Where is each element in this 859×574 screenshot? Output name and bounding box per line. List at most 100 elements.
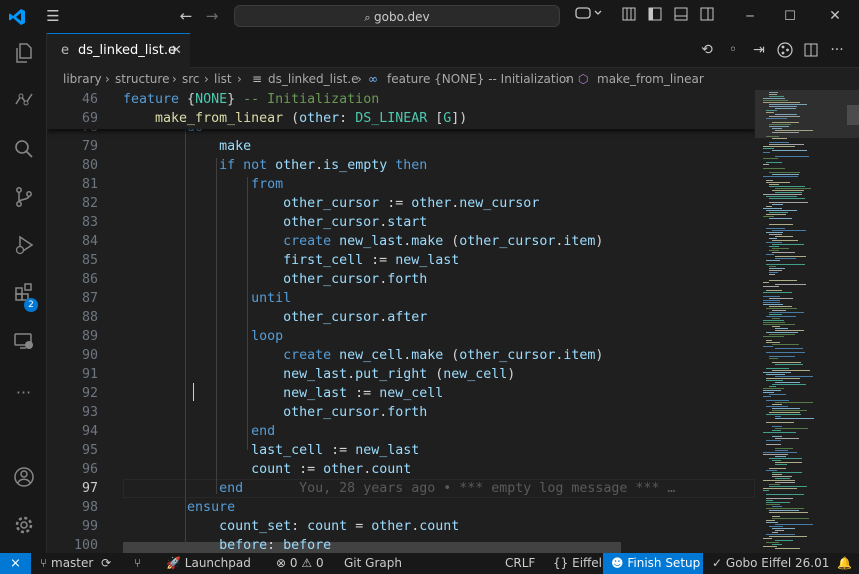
minimap-line: [772, 518, 809, 519]
timeline-icon[interactable]: [0, 85, 47, 125]
code-token: other_cursor: [283, 405, 380, 420]
code-line[interactable]: other_cursor.forth: [123, 403, 427, 422]
code-line[interactable]: other_cursor.after: [123, 308, 427, 327]
line-number: 83: [81, 215, 98, 230]
breadcrumb-feature-clause[interactable]: feature {NONE} -- Initialization: [387, 68, 574, 90]
breadcrumb-structure[interactable]: structure: [115, 68, 169, 90]
breadcrumb-src[interactable]: src: [182, 68, 200, 90]
code-line[interactable]: from: [123, 175, 283, 194]
code-line[interactable]: count := other.count: [123, 460, 411, 479]
git-graph-item[interactable]: Git Graph: [344, 553, 402, 574]
toggle-secondary-sidebar-icon[interactable]: [697, 0, 717, 33]
toggle-panel-icon[interactable]: [671, 0, 691, 33]
close-tab-icon[interactable]: ✕: [171, 34, 182, 67]
minimap-line: [766, 196, 797, 197]
accounts-icon[interactable]: [0, 461, 47, 501]
line-number: 87: [81, 291, 98, 306]
breadcrumb-file[interactable]: ds_linked_list.e: [268, 68, 359, 90]
breadcrumb-method[interactable]: make_from_linear: [597, 68, 704, 90]
close-window-button[interactable]: ✕: [820, 0, 850, 33]
minimap-line: [775, 418, 814, 419]
minimap[interactable]: [755, 90, 859, 553]
line-number: 84: [81, 234, 98, 249]
toggle-primary-sidebar-icon[interactable]: [645, 0, 665, 33]
code-token: NONE: [195, 92, 228, 107]
minimap-line: [772, 174, 799, 175]
line-number: 46: [81, 92, 98, 107]
code-line[interactable]: until: [123, 289, 291, 308]
command-center-search[interactable]: ⌕ gobo.dev: [234, 5, 560, 27]
more-icon[interactable]: ···: [0, 373, 47, 413]
vertical-scrollbar[interactable]: [847, 105, 859, 125]
git-icon[interactable]: ⑂: [134, 553, 141, 574]
remote-explorer-icon[interactable]: [0, 325, 47, 365]
minimap-line: [763, 320, 784, 321]
code-line[interactable]: create new_last.make (other_cursor.item): [123, 232, 603, 251]
copilot-chat-icon[interactable]: [574, 0, 604, 33]
code-line[interactable]: other_cursor.forth: [123, 270, 427, 289]
sticky-scroll[interactable]: 46 feature {NONE} -- Initialization 69 mak…: [47, 90, 755, 129]
git-graph-icon[interactable]: [774, 33, 796, 68]
indent-guide: [247, 408, 248, 446]
remote-icon[interactable]: ⨯: [0, 553, 31, 574]
code-line[interactable]: loop: [123, 327, 283, 346]
code-token: feature: [123, 92, 188, 107]
launchpad-item[interactable]: 🚀 Launchpad: [166, 553, 251, 574]
open-changes-icon[interactable]: ⟲: [696, 33, 718, 68]
code-line[interactable]: feature {NONE} -- Initialization: [123, 90, 379, 109]
minimap-line: [766, 504, 780, 505]
source-control-icon[interactable]: [0, 181, 47, 221]
code-line[interactable]: new_last.put_right (new_cell): [123, 365, 515, 384]
menu-icon[interactable]: ☰: [42, 0, 64, 33]
back-icon[interactable]: ←: [176, 0, 196, 33]
sync-icon[interactable]: ⟳: [101, 556, 111, 570]
code-line[interactable]: first_cell := new_last: [123, 251, 459, 270]
forward-icon[interactable]: →: [202, 0, 222, 33]
code-token: end: [251, 424, 276, 439]
code-line[interactable]: end You, 28 years ago • *** empty log me…: [123, 479, 675, 498]
manage-gear-icon[interactable]: [0, 509, 47, 549]
code-line[interactable]: make_from_linear (other: DS_LINEAR [G]): [123, 109, 467, 128]
branch-item[interactable]: ⑂ master ⟳: [40, 553, 111, 574]
language-item[interactable]: {} Eiffel: [553, 553, 602, 574]
problems-item[interactable]: ⊗ 0 ⚠ 0: [276, 553, 324, 574]
customize-layout-icon[interactable]: [619, 0, 639, 33]
breadcrumb-separator: ›: [237, 72, 242, 86]
more-actions-icon[interactable]: ···: [826, 33, 848, 68]
code-line[interactable]: end: [123, 422, 275, 441]
eol-item[interactable]: CRLF: [505, 553, 535, 574]
minimap-line: [769, 246, 779, 247]
minimap-line: [775, 540, 793, 541]
code-line[interactable]: last_cell := new_last: [123, 441, 419, 460]
code-line[interactable]: make: [123, 137, 251, 156]
code-line[interactable]: create new_cell.make (other_cursor.item): [123, 346, 603, 365]
code-line[interactable]: new_last := new_cell: [123, 384, 443, 403]
search-icon[interactable]: [0, 133, 47, 173]
code-editor[interactable]: 46 feature {NONE} -- Initialization 69 mak…: [47, 90, 755, 553]
code-line[interactable]: before: before: [123, 536, 331, 553]
explorer-icon[interactable]: [0, 37, 47, 77]
previous-change-icon[interactable]: ◦: [722, 33, 744, 68]
code-line[interactable]: other_cursor.start: [123, 213, 427, 232]
run-debug-icon[interactable]: [0, 229, 47, 269]
code-token: make: [411, 234, 444, 249]
minimap-line: [769, 394, 786, 395]
minimize-button[interactable]: ─: [735, 0, 765, 33]
breadcrumb-library[interactable]: library: [63, 68, 102, 90]
extensions-icon[interactable]: [0, 277, 47, 317]
minimap-viewport[interactable]: [755, 90, 859, 138]
split-editor-icon[interactable]: [800, 33, 822, 68]
code-line[interactable]: if not other.is_empty then: [123, 156, 427, 175]
breadcrumb-list[interactable]: list: [214, 68, 232, 90]
code-line[interactable]: ensure: [123, 498, 235, 517]
gobo-eiffel-item[interactable]: ✓ Gobo Eiffel 26.01: [712, 553, 829, 574]
finish-setup-button[interactable]: ☻ Finish Setup: [603, 553, 703, 574]
notifications-bell-icon[interactable]: 🔔: [837, 553, 852, 574]
maximize-button[interactable]: ☐: [775, 0, 805, 33]
minimap-line: [763, 396, 771, 397]
tab-ds-linked-list[interactable]: e ds_linked_list.e ✕: [47, 33, 190, 68]
code-line[interactable]: count_set: count = other.count: [123, 517, 459, 536]
next-change-icon[interactable]: ⇥: [748, 33, 770, 68]
